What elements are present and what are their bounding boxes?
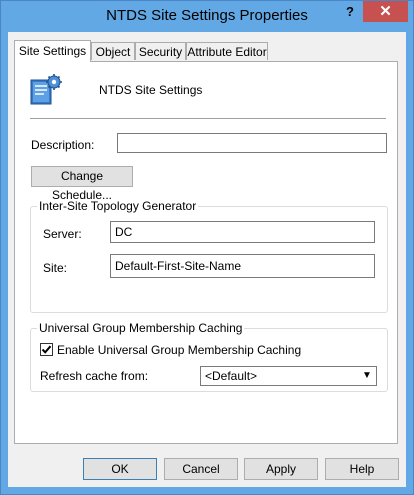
header-divider [30,118,386,119]
properties-dialog: NTDS Site Settings Properties ? ✕ Site S… [0,0,414,495]
checkmark-icon [41,345,52,354]
enable-ugmc-label[interactable]: Enable Universal Group Membership Cachin… [57,343,301,357]
enable-ugmc-checkbox[interactable] [40,343,53,356]
help-title-button[interactable]: ? [338,2,362,22]
refresh-cache-select[interactable]: <Default> ▼ [200,366,377,386]
ok-button[interactable]: OK [83,458,157,480]
site-field[interactable]: Default-First-Site-Name [110,254,375,278]
istg-group-title: Inter-Site Topology Generator [37,199,199,213]
server-field[interactable]: DC [110,221,375,243]
refresh-cache-label: Refresh cache from: [40,369,149,383]
object-name: NTDS Site Settings [99,83,203,97]
cancel-button[interactable]: Cancel [164,458,238,480]
tab-site-settings[interactable]: Site Settings [14,40,91,62]
apply-button[interactable]: Apply [244,458,318,480]
dialog-client-area: Site Settings Object Security Attribute … [8,32,406,487]
description-label: Description: [31,138,95,152]
server-label: Server: [43,227,82,241]
tab-security[interactable]: Security [135,42,186,60]
title-bar[interactable]: NTDS Site Settings Properties ? ✕ [1,1,413,32]
ugmc-group: Universal Group Membership Caching Enabl… [30,321,388,392]
istg-group: Inter-Site Topology Generator Server: DC… [30,199,388,313]
site-settings-icon [30,74,62,105]
tab-attribute-editor[interactable]: Attribute Editor [186,42,268,60]
refresh-cache-value: <Default> [205,369,258,383]
site-settings-panel: NTDS Site Settings Description: Change S… [14,61,398,444]
description-input[interactable] [117,133,387,153]
chevron-down-icon: ▼ [362,370,372,381]
help-button[interactable]: Help [325,458,399,480]
tab-object[interactable]: Object [91,42,135,60]
ugmc-group-title: Universal Group Membership Caching [37,321,245,335]
change-schedule-button[interactable]: Change Schedule... [31,166,133,202]
site-label: Site: [43,261,68,275]
close-button[interactable]: ✕ [363,1,408,22]
